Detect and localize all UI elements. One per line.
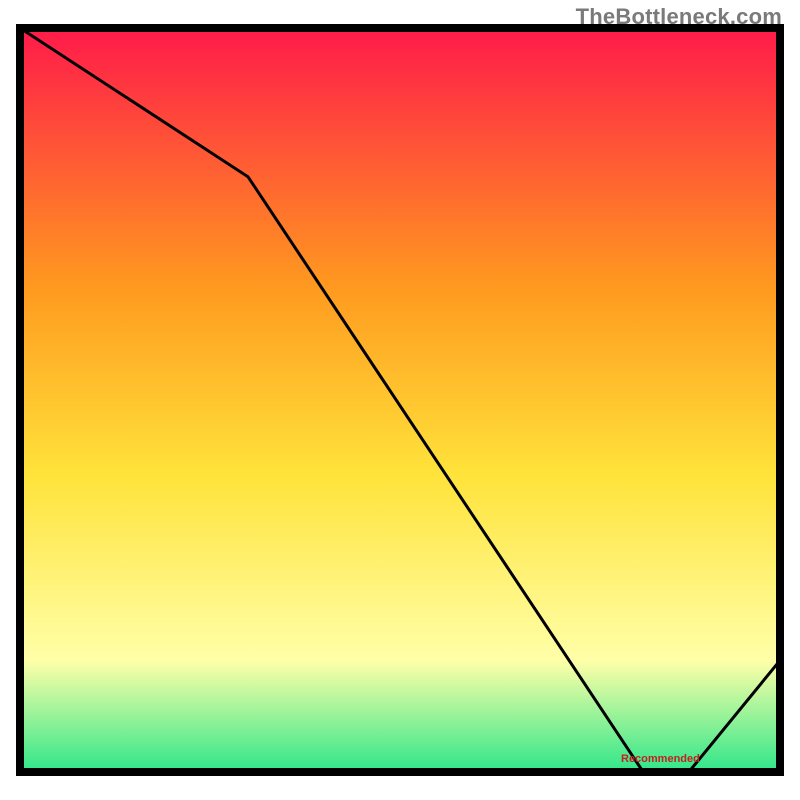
recommended-annotation: Recommended [621,753,700,765]
gradient-background [20,28,780,772]
watermark-text: TheBottleneck.com [576,4,782,30]
bottleneck-chart: Recommended [0,0,800,800]
chart-container: TheBottleneck.com Recommended [0,0,800,800]
